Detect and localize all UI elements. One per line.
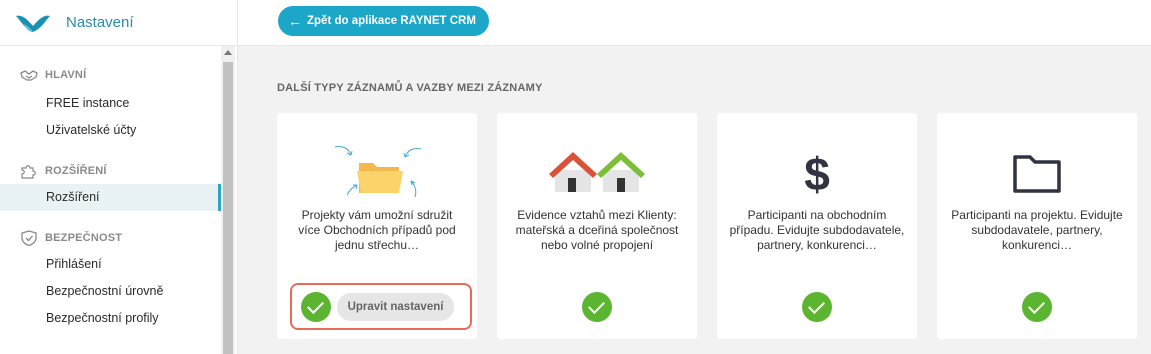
shield-icon <box>21 230 37 246</box>
sidebar: Nastavení HLAVNÍ FREE instance Uživatels… <box>0 0 238 354</box>
edit-settings-button[interactable]: Upravit nastavení <box>337 293 454 321</box>
enabled-check-icon <box>301 292 331 322</box>
folder-arrows-icon <box>334 146 422 198</box>
card-client-relations: Evidence vztahů mezi Klienty: mateřská a… <box>497 113 697 339</box>
sidebar-menu: HLAVNÍ FREE instance Uživatelské účty RO… <box>0 46 221 354</box>
enabled-check-icon <box>1022 292 1052 322</box>
folder-outline-icon <box>1013 155 1061 193</box>
card-deal-participants: $ Participanti na obchodním případu. Evi… <box>717 113 917 339</box>
dollar-icon: $ <box>804 148 830 198</box>
card-projects-actions: Upravit nastavení <box>290 283 472 330</box>
back-to-app-button[interactable]: ← Zpět do aplikace RAYNET CRM <box>278 6 489 36</box>
enabled-check-icon <box>582 292 612 322</box>
svg-text:$: $ <box>804 148 830 198</box>
scrollbar-thumb[interactable] <box>223 62 233 354</box>
puzzle-icon <box>21 165 36 179</box>
sidebar-item-free-instance[interactable]: FREE instance <box>0 90 221 117</box>
card-project-participants-description: Participanti na projektu. Evidujte subdo… <box>951 208 1123 252</box>
card-projects-description: Projekty vám umožní sdružit více Obchodn… <box>298 208 456 252</box>
section-hlavni: HLAVNÍ <box>0 66 221 84</box>
sidebar-item-user-accounts[interactable]: Uživatelské účty <box>0 117 221 144</box>
card-deal-participants-description: Participanti na obchodním případu. Evidu… <box>729 208 905 252</box>
arrow-left-icon: ← <box>288 13 302 29</box>
card-client-relations-description: Evidence vztahů mezi Klienty: mateřská a… <box>515 208 679 252</box>
handshake-icon <box>20 70 38 81</box>
card-project-participants: Participanti na projektu. Evidujte subdo… <box>937 113 1137 339</box>
section-bezpecnost: BEZPEČNOST <box>0 229 221 247</box>
sidebar-item-security-levels[interactable]: Bezpečnostní úrovně <box>0 278 221 305</box>
top-bar: ← Zpět do aplikace RAYNET CRM <box>238 0 1151 46</box>
enabled-check-icon <box>802 292 832 322</box>
raynet-logo-icon <box>16 15 50 32</box>
sidebar-item-extensions[interactable]: Rozšíření <box>0 184 221 211</box>
card-projects: Projekty vám umožní sdružit více Obchodn… <box>277 113 477 339</box>
sidebar-scrollbar[interactable] <box>221 46 235 354</box>
sidebar-item-security-profiles[interactable]: Bezpečnostní profily <box>0 305 221 332</box>
scroll-up-arrow-icon[interactable] <box>224 50 232 55</box>
back-to-app-label: Zpět do aplikace RAYNET CRM <box>307 15 476 27</box>
houses-icon <box>549 152 645 192</box>
sidebar-item-login[interactable]: Přihlášení <box>0 251 221 278</box>
section-title: DALŠÍ TYPY ZÁZNAMŮ A VAZBY MEZI ZÁZNAMY <box>277 82 543 94</box>
sidebar-header: Nastavení <box>0 0 237 46</box>
settings-title: Nastavení <box>66 14 134 31</box>
section-rozsireni: ROZŠÍŘENÍ <box>0 162 221 180</box>
